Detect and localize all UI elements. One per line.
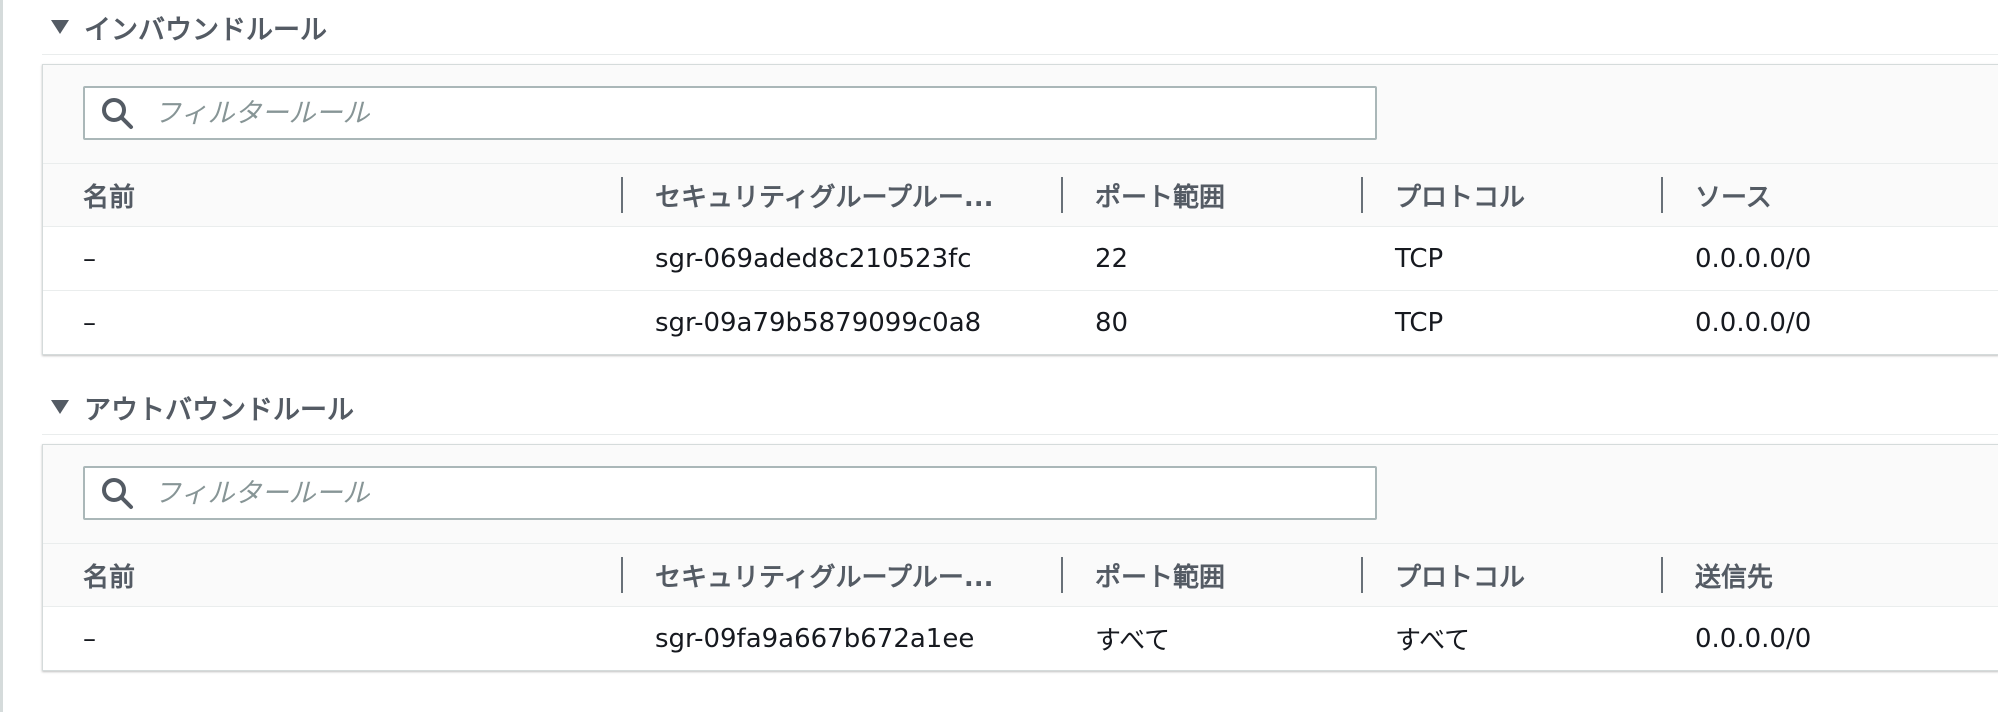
cell-rule-id: sgr-069aded8c210523fc (655, 243, 972, 274)
column-header-rule-id[interactable]: セキュリティグループルー... (655, 164, 1045, 226)
cell-protocol: TCP (1395, 307, 1444, 338)
inbound-filter-field[interactable] (83, 86, 1377, 140)
column-header-destination[interactable]: 送信先 (1695, 544, 1995, 606)
cell-source: 0.0.0.0/0 (1695, 243, 1812, 274)
caret-down-icon[interactable] (48, 395, 72, 419)
outbound-filter-input[interactable] (154, 477, 1375, 509)
inbound-rules-panel: 名前 セキュリティグループルー... ポート範囲 プロトコル ソース – sgr… (42, 64, 1998, 355)
cell-rule-id: sgr-09a79b5879099c0a8 (655, 307, 982, 338)
outbound-rules-header[interactable]: アウトバウンドルール (42, 380, 1998, 435)
column-header-name[interactable]: 名前 (83, 544, 623, 606)
cell-name: – (83, 307, 96, 338)
inbound-filter-input[interactable] (154, 97, 1375, 129)
caret-down-icon[interactable] (48, 15, 72, 39)
cell-protocol: すべて (1395, 626, 1471, 656)
column-resizer[interactable] (1361, 557, 1363, 593)
outbound-rules-section: アウトバウンドルール 名前 セキュリティグループルー... ポート範囲 プロトコ… (42, 380, 1998, 671)
column-resizer[interactable] (1061, 177, 1063, 213)
column-header-source[interactable]: ソース (1695, 164, 1995, 226)
cell-port-range: 22 (1095, 243, 1129, 274)
cell-destination: 0.0.0.0/0 (1695, 623, 1812, 654)
page-left-border (0, 0, 3, 712)
outbound-rules-panel: 名前 セキュリティグループルー... ポート範囲 プロトコル 送信先 – sgr… (42, 444, 1998, 671)
outbound-filter-bar (43, 445, 1998, 543)
column-resizer[interactable] (621, 557, 623, 593)
inbound-table-header: 名前 セキュリティグループルー... ポート範囲 プロトコル ソース (43, 163, 1998, 227)
table-row[interactable]: – sgr-09fa9a667b672a1ee すべて すべて 0.0.0.0/… (43, 607, 1998, 670)
column-resizer[interactable] (1361, 177, 1363, 213)
inbound-rules-title: インバウンドルール (84, 14, 327, 46)
column-header-name[interactable]: 名前 (83, 164, 623, 226)
cell-name: – (83, 623, 96, 654)
column-header-rule-id[interactable]: セキュリティグループルー... (655, 544, 1045, 606)
column-resizer[interactable] (1661, 557, 1663, 593)
column-header-port-range[interactable]: ポート範囲 (1095, 544, 1355, 606)
table-row[interactable]: – sgr-09a79b5879099c0a8 80 TCP 0.0.0.0/0 (43, 291, 1998, 354)
outbound-table-header: 名前 セキュリティグループルー... ポート範囲 プロトコル 送信先 (43, 543, 1998, 607)
inbound-rules-section: インバウンドルール 名前 セキュリティグループルー... ポート範囲 プロトコル… (42, 0, 1998, 355)
outbound-rules-title: アウトバウンドルール (84, 394, 354, 426)
search-icon (102, 98, 133, 129)
cell-protocol: TCP (1395, 243, 1444, 274)
cell-source: 0.0.0.0/0 (1695, 307, 1812, 338)
search-icon (102, 478, 133, 509)
cell-port-range: すべて (1095, 626, 1171, 656)
table-row[interactable]: – sgr-069aded8c210523fc 22 TCP 0.0.0.0/0 (43, 227, 1998, 291)
outbound-filter-field[interactable] (83, 466, 1377, 520)
column-header-protocol[interactable]: プロトコル (1395, 544, 1655, 606)
column-header-port-range[interactable]: ポート範囲 (1095, 164, 1355, 226)
inbound-rules-header[interactable]: インバウンドルール (42, 0, 1998, 55)
column-resizer[interactable] (621, 177, 623, 213)
column-header-protocol[interactable]: プロトコル (1395, 164, 1655, 226)
cell-name: – (83, 243, 96, 274)
cell-port-range: 80 (1095, 307, 1129, 338)
column-resizer[interactable] (1061, 557, 1063, 593)
cell-rule-id: sgr-09fa9a667b672a1ee (655, 623, 975, 654)
column-resizer[interactable] (1661, 177, 1663, 213)
inbound-filter-bar (43, 65, 1998, 163)
